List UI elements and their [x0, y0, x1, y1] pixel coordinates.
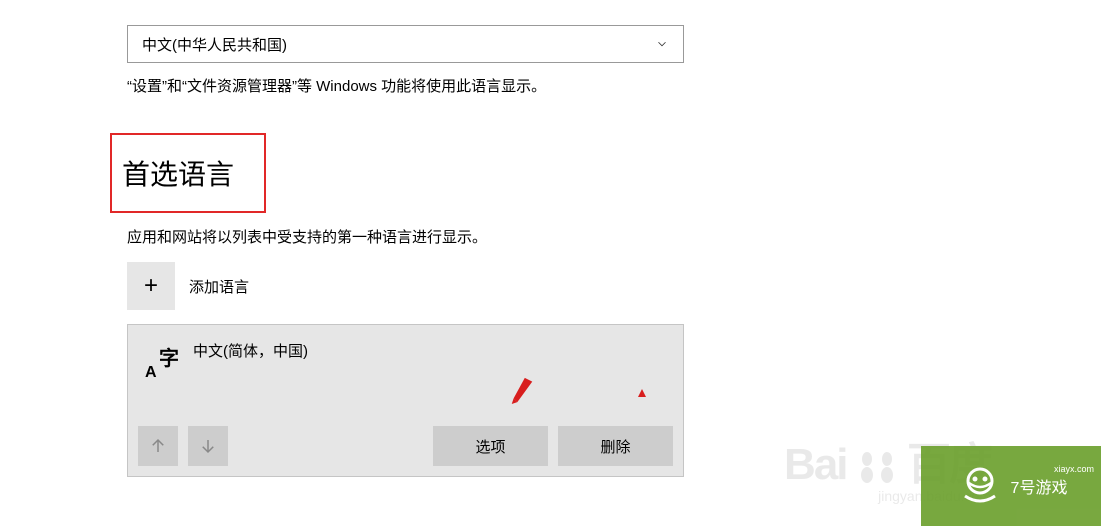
plus-icon-box: + [127, 262, 175, 310]
reorder-buttons [138, 426, 228, 466]
arrow-down-icon [199, 437, 217, 455]
preferred-languages-description: 应用和网站将以列表中受支持的第一种语言进行显示。 [127, 227, 1101, 248]
move-down-button[interactable] [188, 426, 228, 466]
display-language-helper: “设置”和“文件资源管理器”等 Windows 功能将使用此语言显示。 [127, 76, 1101, 97]
options-button[interactable]: 选项 [433, 426, 548, 466]
language-item-header: 字 A 中文(简体，中国) [138, 340, 673, 382]
preferred-languages-heading: 首选语言 [122, 153, 234, 193]
add-language-label: 添加语言 [189, 276, 249, 297]
move-up-button[interactable] [138, 426, 178, 466]
remove-button[interactable]: 删除 [558, 426, 673, 466]
settings-content: 中文(中华人民共和国) “设置”和“文件资源管理器”等 Windows 功能将使… [0, 0, 1101, 477]
display-language-dropdown[interactable]: 中文(中华人民共和国) [127, 25, 684, 63]
chevron-down-icon [655, 37, 669, 51]
add-language-button[interactable]: + 添加语言 [127, 262, 249, 310]
language-item-name: 中文(简体，中国) [193, 340, 308, 361]
plus-icon: + [144, 272, 158, 300]
display-language-value: 中文(中华人民共和国) [142, 34, 287, 55]
language-glyph-icon: 字 A [141, 340, 183, 382]
arrow-up-icon [149, 437, 167, 455]
language-item-actions: 选项 删除 [138, 426, 673, 466]
highlighted-heading-box: 首选语言 [110, 133, 266, 213]
language-action-buttons: 选项 删除 [433, 426, 673, 466]
language-item-card[interactable]: 字 A 中文(简体，中国) [127, 324, 684, 477]
